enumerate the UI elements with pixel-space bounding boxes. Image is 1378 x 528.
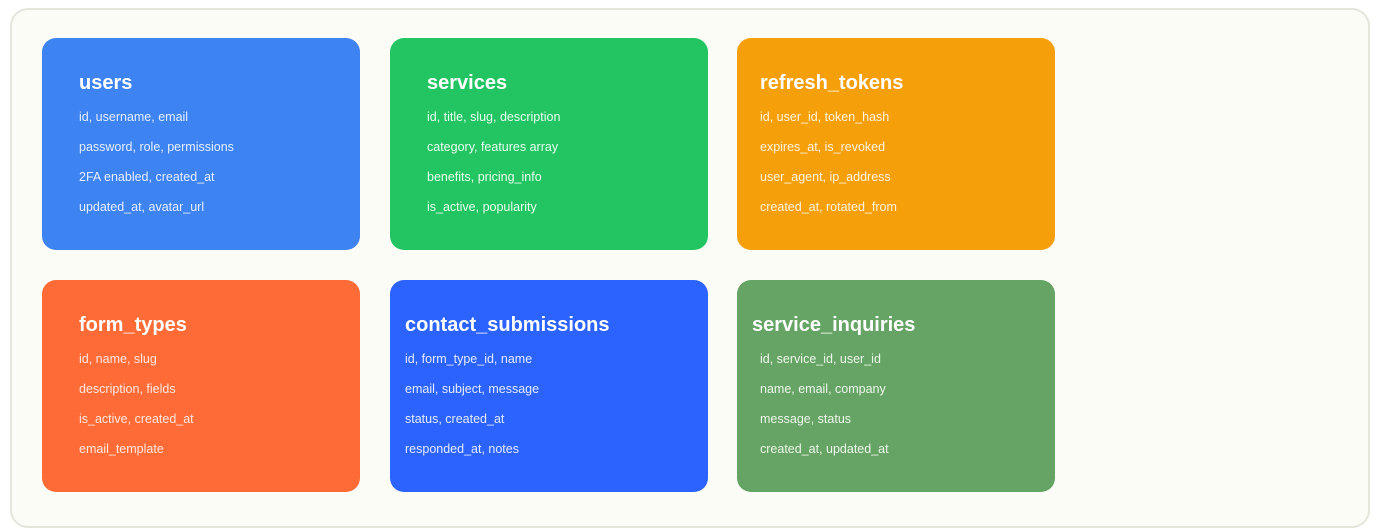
entity-title: service_inquiries (752, 314, 916, 336)
entity-card-users: users id, username, email password, role… (42, 38, 360, 250)
entity-field: is_active, created_at (79, 412, 194, 426)
entity-title: contact_submissions (405, 314, 610, 336)
entity-field: name, email, company (760, 382, 886, 396)
entity-title: users (79, 72, 133, 94)
entity-card-refresh-tokens: refresh_tokens id, user_id, token_hash e… (737, 38, 1055, 250)
entity-field: is_active, popularity (427, 200, 537, 214)
entity-card-services: services id, title, slug, description ca… (390, 38, 708, 250)
entity-field: id, form_type_id, name (405, 352, 533, 366)
entity-field: expires_at, is_revoked (760, 140, 886, 154)
entity-field: description, fields (79, 382, 176, 396)
entity-field: status, created_at (405, 412, 505, 426)
entity-field: updated_at, avatar_url (79, 200, 205, 214)
entity-card-form-types: form_types id, name, slug description, f… (42, 280, 360, 492)
entity-field: email_template (79, 442, 164, 456)
entity-field: id, username, email (79, 110, 189, 124)
entity-field: id, name, slug (79, 352, 157, 366)
entity-field: email, subject, message (405, 382, 540, 396)
entity-field: message, status (760, 412, 852, 426)
entity-field: created_at, updated_at (760, 442, 889, 456)
entity-field: benefits, pricing_info (427, 170, 542, 184)
entity-field: user_agent, ip_address (760, 170, 891, 184)
entity-field: id, user_id, token_hash (760, 110, 890, 124)
entity-card-service-inquiries: service_inquiries id, service_id, user_i… (737, 280, 1055, 492)
entity-title: form_types (79, 314, 187, 336)
entity-title: services (427, 72, 508, 94)
entity-field: id, title, slug, description (427, 110, 561, 124)
entity-field: 2FA enabled, created_at (79, 170, 215, 184)
entity-field: category, features array (427, 140, 559, 154)
entity-card-contact-submissions: contact_submissions id, form_type_id, na… (390, 280, 708, 492)
entity-title: refresh_tokens (760, 72, 904, 94)
entity-field: password, role, permissions (79, 140, 234, 154)
entity-field: responded_at, notes (405, 442, 519, 456)
entity-field: id, service_id, user_id (760, 352, 881, 366)
diagram-panel: users id, username, email password, role… (10, 8, 1370, 528)
entity-field: created_at, rotated_from (760, 200, 897, 214)
